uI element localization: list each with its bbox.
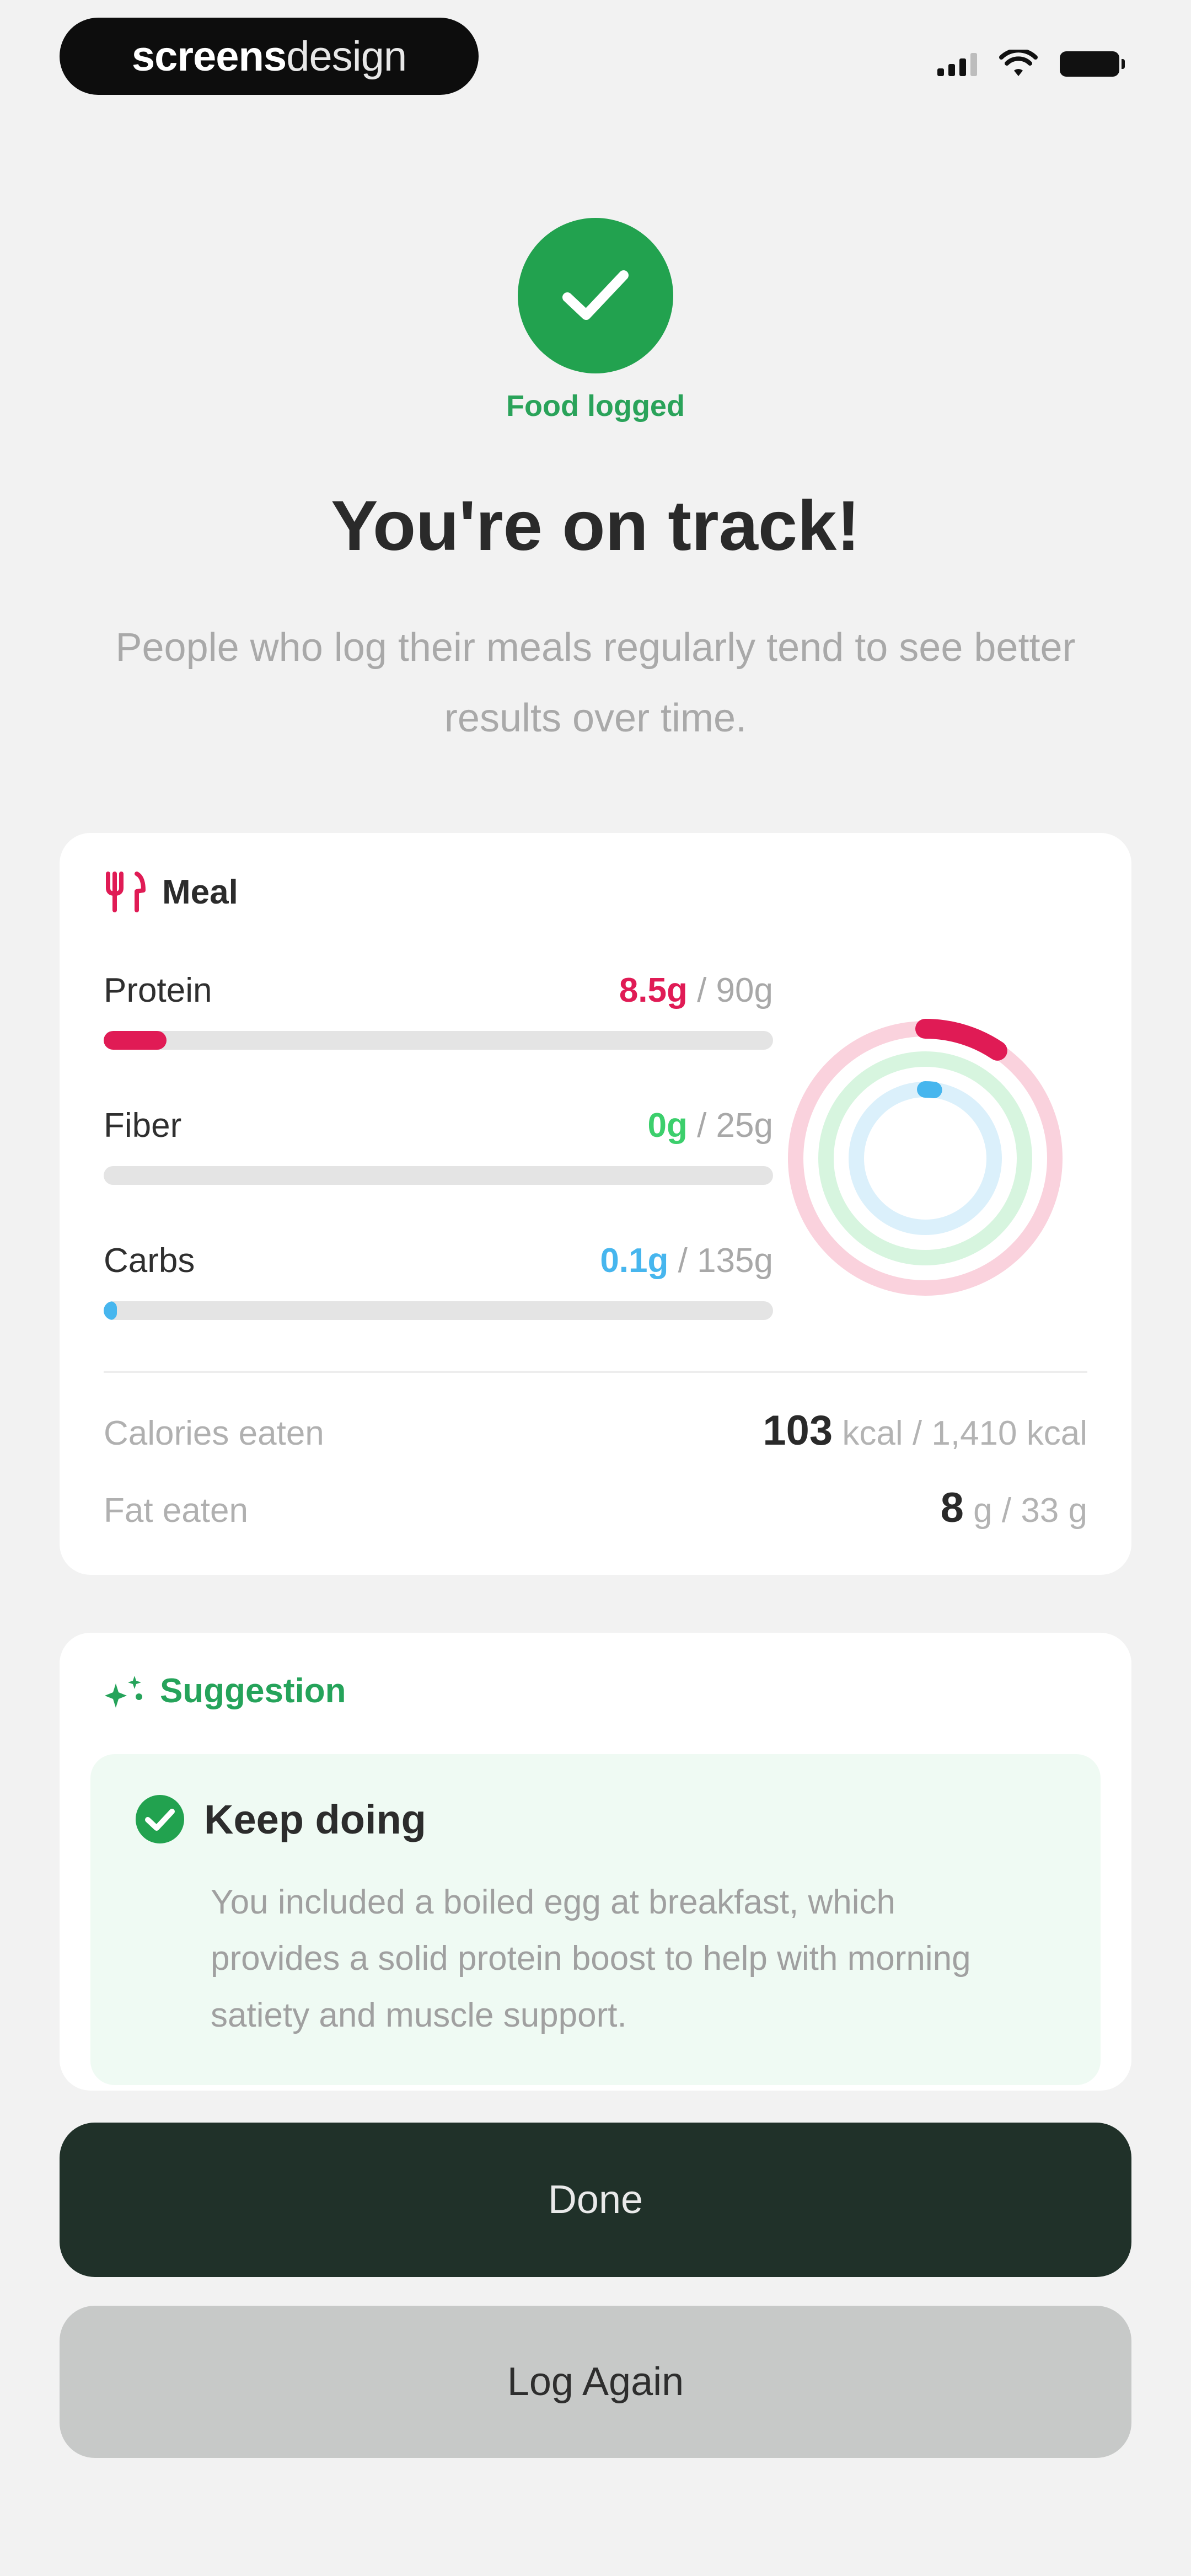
progress-bar [104,1031,773,1050]
status-icons [937,50,1125,78]
progress-bar [104,1301,773,1320]
carbs-ring-track [849,1082,1002,1235]
suggestion-title: Suggestion [160,1672,346,1710]
progress-fill [104,1301,117,1320]
calories-row: Calories eaten 103 kcal / 1,410 kcal [104,1407,1087,1455]
stat-value: 103 kcal / 1,410 kcal [763,1407,1087,1454]
tip-title: Keep doing [135,1794,426,1845]
sparkle-icon [105,1675,142,1708]
suggestion-tip: Keep doing You included a boiled egg at … [90,1754,1101,2085]
battery-icon [1060,51,1125,77]
status-bar: screens design [0,0,1191,116]
macro-value: 8.5g / 90g [619,971,773,1009]
macro-carbs: Carbs 0.1g / 135g [104,1241,773,1320]
tip-title-text: Keep doing [204,1796,426,1842]
protein-ring-progress [915,1019,1007,1061]
brand-light: design [286,33,407,80]
fat-row: Fat eaten 8 g / 33 g [104,1484,1087,1532]
success-header: Food logged [0,218,1191,423]
divider [104,1371,1087,1373]
check-circle-icon [136,1795,184,1843]
tip-text: You included a boiled egg at breakfast, … [211,1883,971,2034]
progress-bar [104,1166,773,1185]
suggestion-card: Suggestion Keep doing You included a boi… [60,1633,1131,2091]
signal-icon [937,52,977,76]
stat-label: Fat eaten [104,1492,248,1530]
stat-value: 8 g / 33 g [940,1484,1087,1531]
brand-strong: screens [131,33,287,80]
protein-ring-track [788,1021,1063,1296]
meal-card: Meal Protein 8.5g / 90g Fiber 0g / 25g C… [60,833,1131,1575]
page-subtitle: People who log their meals regularly ten… [115,626,1076,741]
carbs-ring-progress [917,1081,942,1098]
stat-label: Calories eaten [104,1414,324,1452]
page-title: You're on track! [331,487,860,565]
macro-fiber: Fiber 0g / 25g [104,1106,773,1185]
brand-logo: screens design [60,18,479,95]
macro-protein: Protein 8.5g / 90g [104,971,773,1050]
done-button[interactable]: Done [60,2123,1131,2277]
meal-title: Meal [162,873,238,911]
macro-name: Carbs [104,1242,195,1280]
suggestion-header: Suggestion [104,1671,346,1711]
macro-name: Protein [104,971,212,1009]
wifi-icon [999,50,1038,76]
macro-rings-chart [788,1019,1063,1296]
food-logged-label: Food logged [506,389,685,423]
log-again-button[interactable]: Log Again [60,2306,1131,2458]
macro-name: Fiber [104,1107,182,1145]
fork-knife-icon [106,872,146,912]
meal-header: Meal [104,872,238,912]
checkmark-icon [518,218,673,373]
progress-fill [104,1031,167,1050]
macro-value: 0g / 25g [647,1107,773,1145]
macro-value: 0.1g / 135g [600,1242,773,1280]
